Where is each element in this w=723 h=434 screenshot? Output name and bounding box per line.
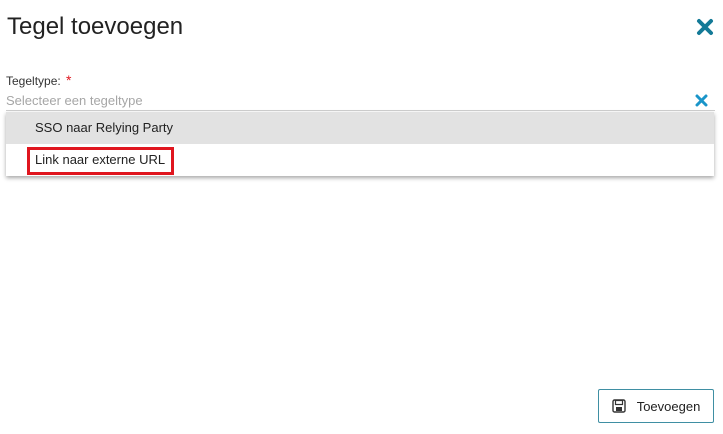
save-icon xyxy=(611,399,626,413)
add-tile-dialog: Tegel toevoegen Tegeltype: * SSO naar Re… xyxy=(0,0,723,434)
option-link-external-url[interactable]: Link naar externe URL xyxy=(6,144,714,176)
clear-selection-button[interactable] xyxy=(695,94,708,107)
option-sso-relying-party[interactable]: SSO naar Relying Party xyxy=(6,112,714,144)
clear-icon xyxy=(695,94,708,107)
close-button[interactable] xyxy=(696,18,714,36)
dialog-title: Tegel toevoegen xyxy=(7,13,184,40)
add-button[interactable]: Toevoegen xyxy=(598,389,714,423)
option-label: SSO naar Relying Party xyxy=(35,120,174,135)
close-icon xyxy=(697,19,713,35)
field-label: Tegeltype: * xyxy=(6,72,72,88)
tile-type-select[interactable] xyxy=(6,90,715,111)
required-marker: * xyxy=(66,72,72,88)
option-label: Link naar externe URL xyxy=(35,152,166,167)
field-label-text: Tegeltype: xyxy=(6,74,61,88)
tile-type-dropdown: SSO naar Relying Party Link naar externe… xyxy=(6,112,714,176)
add-button-label: Toevoegen xyxy=(636,398,701,414)
